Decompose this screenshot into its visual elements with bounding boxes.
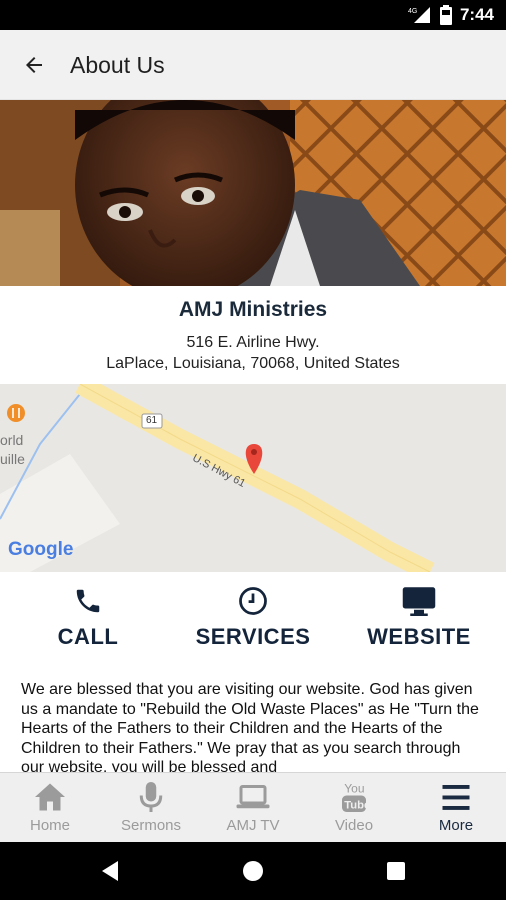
home-icon	[35, 783, 65, 811]
about-description: We are blessed that you are visiting our…	[21, 681, 479, 772]
triangle-back-icon	[102, 861, 118, 881]
page-title: About Us	[70, 52, 165, 78]
website-label: WEBSITE	[367, 624, 471, 649]
arrow-left-icon	[26, 57, 42, 73]
svg-text:Tube: Tube	[344, 799, 370, 811]
clock-icon	[239, 587, 267, 615]
phone-icon	[76, 589, 100, 613]
address-line-2: LaPlace, Louisiana, 70068, United States	[106, 355, 400, 372]
services-button[interactable]: SERVICES	[173, 586, 333, 656]
action-buttons: CALL SERVICES WEBSITE	[0, 580, 506, 660]
youtube-icon: You Tube	[342, 782, 370, 812]
nav-recents-button[interactable]	[376, 856, 416, 886]
square-recents-icon	[387, 862, 405, 880]
services-label: SERVICES	[195, 624, 311, 649]
app-bar: About Us	[0, 30, 506, 100]
system-nav-bar	[0, 842, 506, 900]
back-button[interactable]	[14, 47, 54, 83]
organization-name: AMJ Ministries	[178, 298, 328, 321]
tab-sermons[interactable]: Sermons	[101, 779, 201, 839]
svg-text:You: You	[344, 782, 364, 796]
website-button[interactable]: WEBSITE	[339, 586, 499, 656]
nav-home-button[interactable]	[233, 856, 273, 886]
tab-more[interactable]: More	[406, 779, 506, 839]
tab-more-label: More	[438, 817, 474, 834]
network-type-label: 4G	[408, 8, 417, 15]
status-icons: 4G 7:44	[408, 5, 494, 25]
microphone-icon	[139, 782, 163, 812]
pastor-portrait-image	[0, 100, 506, 286]
poi-label-2: uille	[0, 451, 25, 467]
battery-icon	[439, 5, 452, 25]
tab-home[interactable]: Home	[0, 779, 100, 839]
call-button[interactable]: CALL	[8, 586, 168, 656]
bottom-tab-bar: Home Sermons AMJ TV You Tube Video More	[0, 772, 506, 842]
header-photo	[0, 100, 506, 286]
menu-icon	[442, 785, 470, 810]
location-map[interactable]: 61 U.S Hwy 61 orld uille Google	[0, 384, 506, 572]
call-label: CALL	[57, 624, 119, 649]
nav-back-button[interactable]	[90, 856, 130, 886]
status-bar: 4G 7:44	[0, 0, 506, 30]
poi-label-1: orld	[0, 432, 24, 448]
tab-amj-tv-label: AMJ TV	[226, 817, 280, 834]
laptop-icon	[236, 785, 270, 809]
tab-video-label: Video	[334, 817, 374, 834]
monitor-icon	[402, 587, 436, 616]
google-logo: Google	[8, 539, 74, 560]
map-canvas	[0, 384, 506, 572]
circle-home-icon	[243, 861, 263, 881]
status-time: 7:44	[459, 5, 494, 24]
tab-video[interactable]: You Tube Video	[304, 779, 404, 839]
address-line-1: 516 E. Airline Hwy.	[186, 334, 320, 351]
route-shield-label: 61	[146, 415, 158, 426]
signal-icon: 4G	[408, 7, 430, 23]
tab-home-label: Home	[29, 817, 70, 834]
tab-amj-tv[interactable]: AMJ TV	[203, 779, 303, 839]
tab-sermons-label: Sermons	[120, 817, 182, 834]
